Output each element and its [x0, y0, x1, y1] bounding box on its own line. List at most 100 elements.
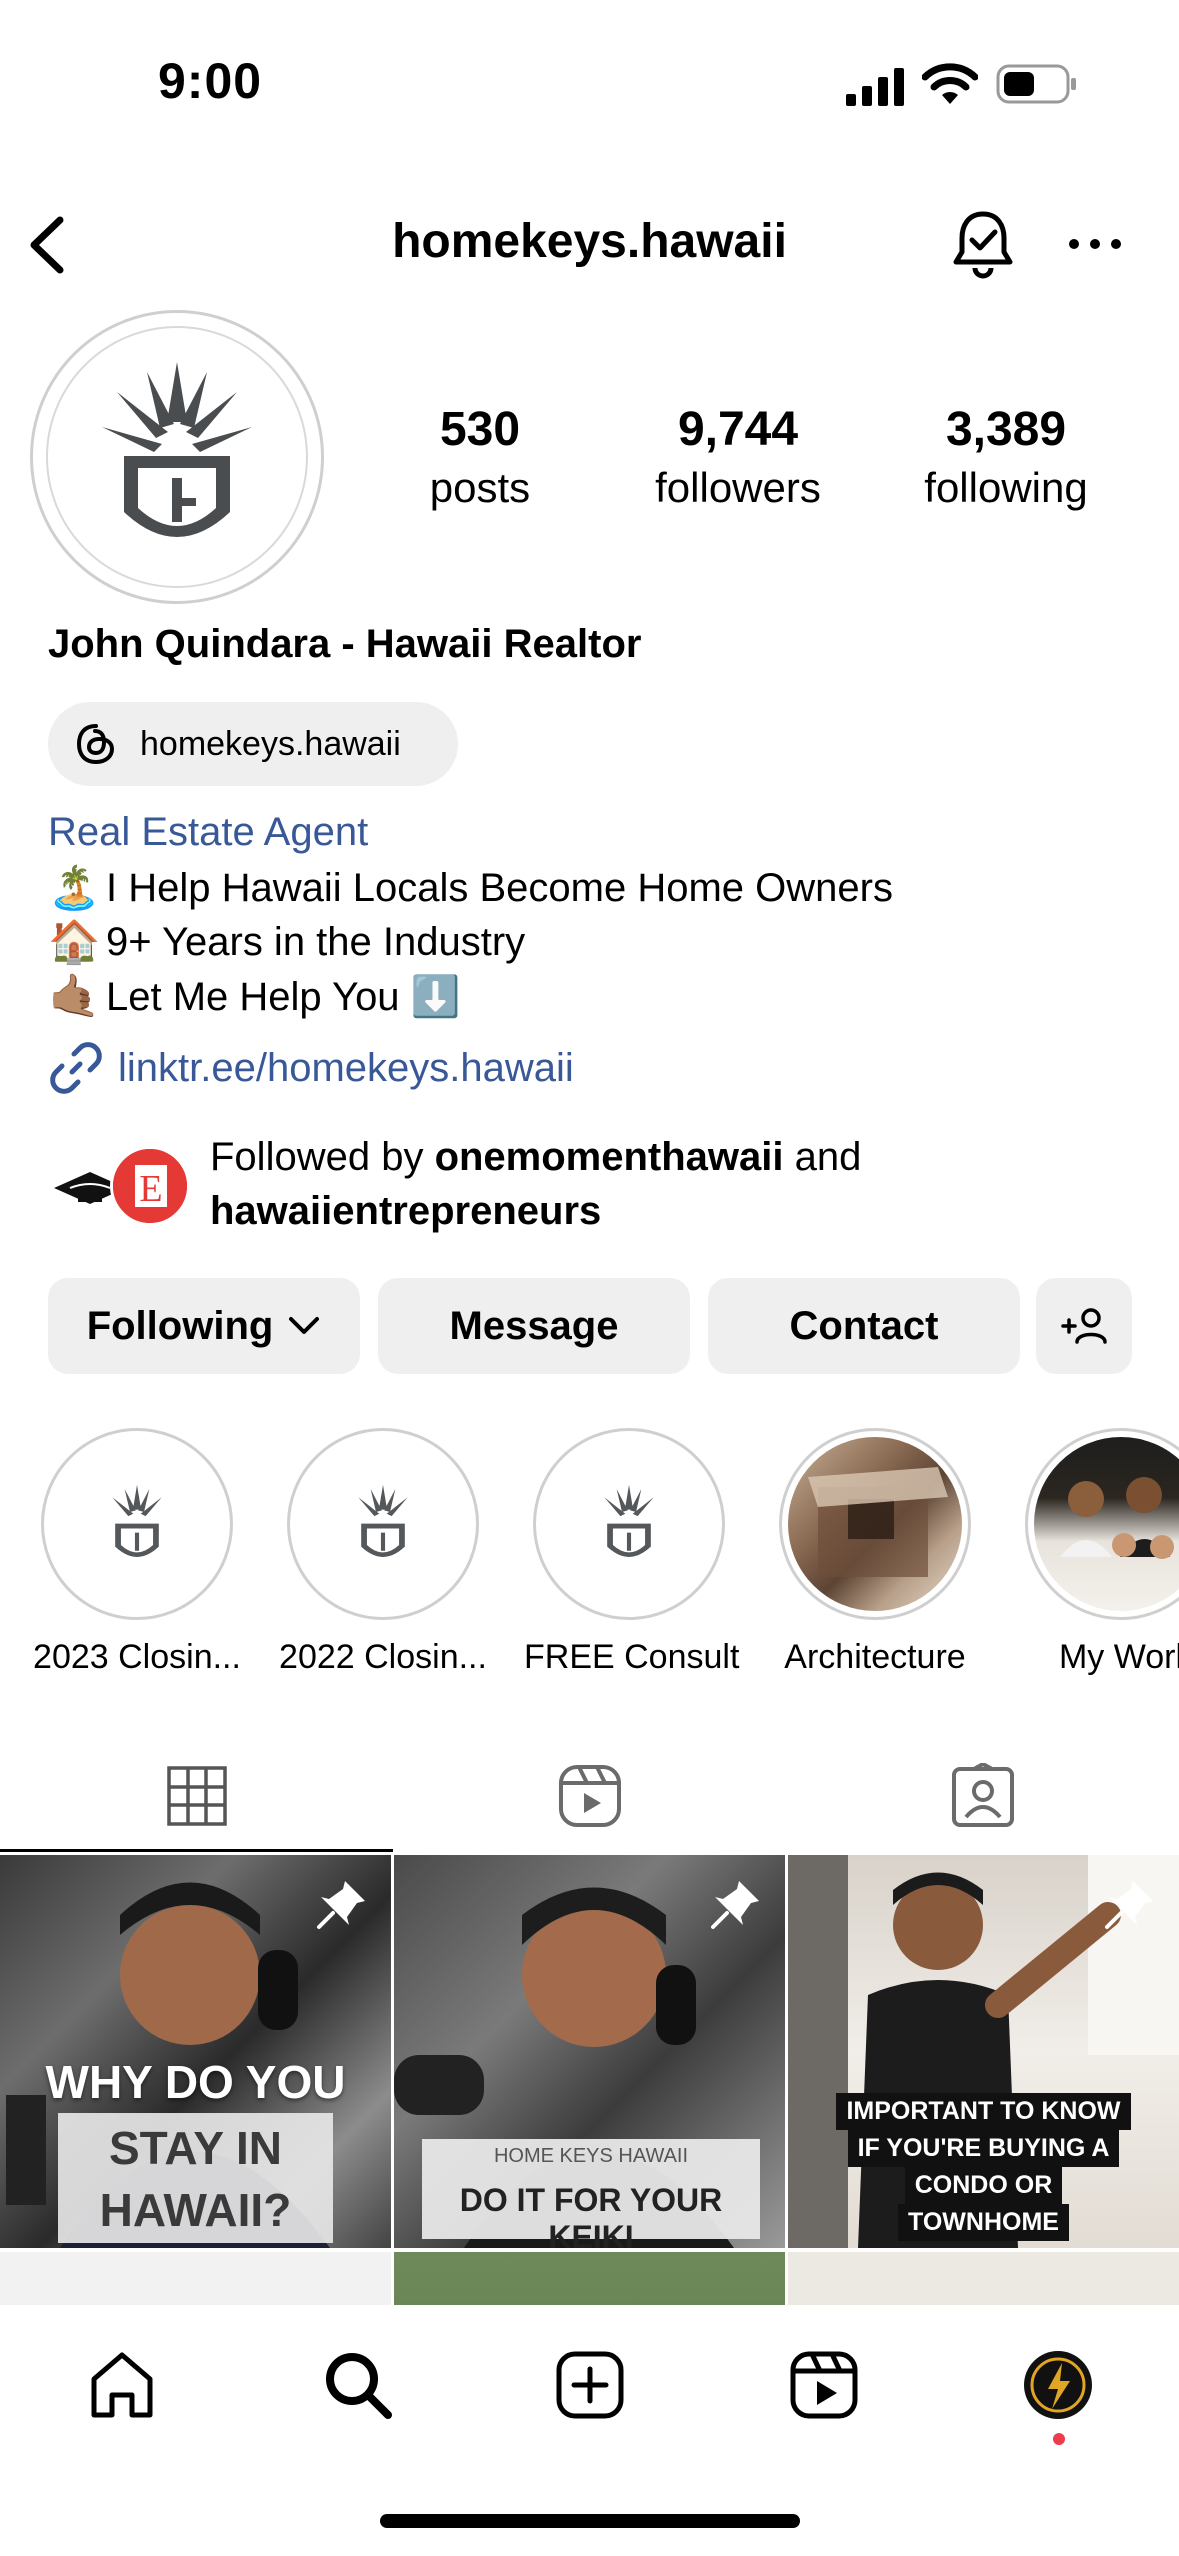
post-tile[interactable]	[0, 2252, 391, 2305]
message-button[interactable]: Message	[378, 1278, 690, 1374]
posts-label: posts	[429, 464, 531, 511]
tab-posts[interactable]	[0, 1740, 393, 1852]
contact-button-label: Contact	[789, 1303, 939, 1348]
bio-line: 🏠 9+ Years in the Industry	[48, 918, 525, 967]
add-person-icon	[1061, 1308, 1107, 1344]
tab-tagged[interactable]	[786, 1740, 1179, 1852]
highlight-item[interactable]: 2022 Closin...	[278, 1428, 488, 1677]
post-caption: IF YOU'RE BUYING A	[847, 2130, 1120, 2167]
profile-header-bar: homekeys.hawaii	[0, 200, 1179, 290]
entrepreneur-logo-icon: E	[113, 1149, 187, 1223]
highlight-label: 2023 Closin...	[33, 1638, 241, 1676]
posts-count[interactable]: 530 posts	[360, 398, 600, 514]
nav-profile[interactable]	[1018, 2345, 1098, 2425]
profile-avatar[interactable]	[30, 310, 324, 604]
tab-active-indicator	[0, 1849, 393, 1852]
cellular-signal-icon	[846, 68, 904, 106]
battery-icon	[996, 64, 1076, 104]
profile-stats: 530 posts 9,744 followers 3,389 followin…	[360, 398, 1160, 518]
post-brand: HOME KEYS HAWAII	[493, 2145, 689, 2167]
profile-category: Real Estate Agent	[48, 810, 369, 854]
post-caption: WHY DO YOU	[45, 2056, 346, 2108]
pineapple-key-logo-icon	[358, 1484, 408, 1557]
nav-home[interactable]	[82, 2345, 162, 2425]
highlight-cover	[41, 1428, 233, 1620]
followers-count[interactable]: 9,744 followers	[618, 398, 858, 514]
following-label: following	[924, 464, 1088, 511]
bio-emoji: 🏠	[48, 918, 101, 965]
create-icon	[556, 2351, 624, 2419]
highlight-label: 2022 Closin...	[279, 1638, 487, 1676]
post-tile[interactable]: WHY DO YOU STAY IN HAWAII?	[0, 1855, 391, 2248]
post-caption: DO IT FOR YOUR KEIKI	[459, 2182, 723, 2248]
more-icon[interactable]	[1066, 226, 1124, 262]
posts-grid: WHY DO YOU STAY IN HAWAII? HOME KEYS HAW…	[0, 1855, 1179, 2305]
bio-text: Let Me Help You ⬇️	[106, 975, 461, 1019]
profile-link[interactable]: linktr.ee/homekeys.hawaii	[48, 1040, 574, 1096]
highlight-label: My Worl	[1058, 1638, 1179, 1676]
home-icon	[91, 2352, 153, 2418]
highlight-item[interactable]: 2023 Closin...	[32, 1428, 242, 1677]
post-caption: HAWAII?	[99, 2184, 292, 2236]
threads-handle: homekeys.hawaii	[140, 724, 401, 763]
chevron-down-icon	[289, 1317, 320, 1334]
profile-tabs	[0, 1740, 1179, 1852]
bio-text: 9+ Years in the Industry	[106, 920, 526, 964]
follower-name[interactable]: onemomenthawaii	[435, 1135, 784, 1179]
following-button[interactable]: Following	[48, 1278, 360, 1374]
tab-reels[interactable]	[393, 1740, 786, 1852]
search-icon	[326, 2353, 392, 2419]
followed-by[interactable]: E Followed by onemomenthawaii and hawaii…	[48, 1130, 1148, 1240]
link-icon	[50, 1042, 102, 1094]
homekeys-logo	[46, 326, 308, 588]
threads-icon	[76, 724, 115, 765]
nav-create[interactable]	[550, 2345, 630, 2425]
highlight-label: Architecture	[784, 1638, 966, 1676]
building-image-icon	[808, 1467, 948, 1577]
pinned-icon	[711, 1881, 759, 1929]
post-caption: IMPORTANT TO KNOW	[836, 2093, 1131, 2130]
followers-number: 9,744	[677, 403, 799, 456]
highlight-cover	[1025, 1428, 1179, 1620]
pinned-icon	[1105, 1881, 1153, 1929]
bio-emoji: 🏝️	[48, 864, 101, 911]
family-photo	[1034, 1437, 1179, 1611]
bell-icon[interactable]	[950, 208, 1016, 280]
following-count[interactable]: 3,389 following	[886, 398, 1126, 514]
bio-text: I Help Hawaii Locals Become Home Owners	[106, 866, 893, 910]
highlight-cover	[287, 1428, 479, 1620]
svg-text:E: E	[139, 1168, 162, 1210]
post-tile[interactable]: HOME KEYS HAWAII DO IT FOR YOUR KEIKI	[394, 1855, 785, 2248]
tagged-icon	[951, 1763, 1014, 1827]
highlight-item[interactable]: FREE Consult	[524, 1428, 740, 1677]
pinned-icon	[317, 1881, 365, 1929]
wifi-icon	[922, 63, 978, 104]
following-number: 3,389	[945, 403, 1067, 456]
highlight-label: FREE Consult	[524, 1638, 740, 1676]
bio-emoji: 🤙🏽	[48, 972, 101, 1019]
followed-by-text: Followed by onemomenthawaii and hawaiien…	[210, 1130, 861, 1238]
follower-name[interactable]: hawaiientrepreneurs	[210, 1189, 601, 1233]
home-indicator	[380, 2514, 800, 2528]
highlight-cover	[779, 1428, 971, 1620]
post-tile[interactable]	[788, 2252, 1179, 2305]
grid-icon	[166, 1766, 227, 1826]
bio-line: 🤙🏽 Let Me Help You ⬇️	[48, 972, 460, 1021]
threads-badge[interactable]: homekeys.hawaii	[48, 702, 458, 786]
highlight-cover	[533, 1428, 725, 1620]
pineapple-key-logo-icon	[112, 1484, 162, 1557]
followed-by-joiner: and	[783, 1135, 862, 1179]
highlight-item[interactable]: My Worl	[1016, 1428, 1179, 1677]
pineapple-key-logo-icon	[102, 362, 252, 537]
profile-avatar	[1024, 2351, 1092, 2419]
suggested-users-button[interactable]	[1036, 1278, 1132, 1374]
nav-search[interactable]	[318, 2345, 398, 2425]
post-tile[interactable]: IMPORTANT TO KNOW IF YOU'RE BUYING A CON…	[788, 1855, 1179, 2248]
post-caption: STAY IN	[109, 2122, 282, 2174]
following-button-label: Following	[86, 1303, 274, 1348]
post-tile[interactable]	[394, 2252, 785, 2305]
highlight-item[interactable]: Architecture	[770, 1428, 980, 1677]
contact-button[interactable]: Contact	[708, 1278, 1020, 1374]
nav-reels[interactable]	[784, 2345, 864, 2425]
link-text[interactable]: linktr.ee/homekeys.hawaii	[118, 1046, 574, 1091]
